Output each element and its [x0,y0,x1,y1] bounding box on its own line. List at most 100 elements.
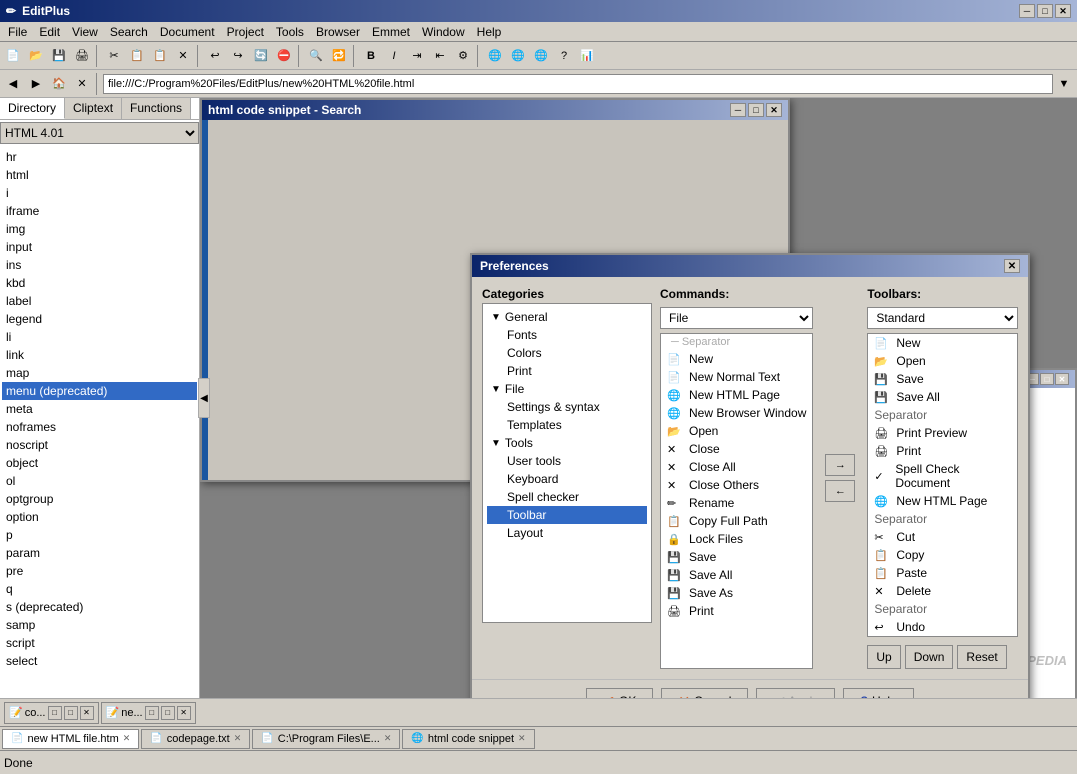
menu-window[interactable]: Window [416,23,471,41]
category-item[interactable]: Layout [487,524,647,542]
sidebar-item[interactable]: script [2,634,197,652]
command-item[interactable]: 📄New [661,350,812,368]
down-button[interactable]: Down [905,645,954,669]
sidebar-collapse-button[interactable]: ◀ [198,378,210,418]
tb-redo[interactable]: ↪ [227,45,249,67]
add-to-toolbar-button[interactable]: → [825,454,855,476]
tb-copy[interactable]: 📋 [126,45,148,67]
toolbar-list-item[interactable]: 📋Copy [868,546,1017,564]
toolbar-list-item[interactable]: ✂Cut [868,528,1017,546]
toolbar-list-item[interactable]: ✓Spell Check Document [868,460,1017,492]
command-item[interactable]: 🌐New Browser Window [661,404,812,422]
commands-dropdown[interactable]: File [660,307,813,329]
sidebar-item[interactable]: q [2,580,197,598]
bg-win-close[interactable]: ✕ [1055,373,1069,385]
tb-paste[interactable]: 📋 [149,45,171,67]
search-close[interactable]: ✕ [766,103,782,117]
command-item[interactable]: 🔒Lock Files [661,530,812,548]
category-item[interactable]: Settings & syntax [487,398,647,416]
help-button[interactable]: ? Help [843,688,913,698]
toolbar-list-item[interactable]: 💾Save [868,370,1017,388]
category-item[interactable]: ▼ Tools [487,434,647,452]
command-item[interactable]: ✕Close [661,440,812,458]
menu-emmet[interactable]: Emmet [366,23,416,41]
sidebar-item[interactable]: p [2,526,197,544]
category-item[interactable]: Spell checker [487,488,647,506]
sidebar-item[interactable]: object [2,454,197,472]
tb-undo[interactable]: ↩ [204,45,226,67]
tb-italic[interactable]: I [383,45,405,67]
menu-tools[interactable]: Tools [270,23,310,41]
tb-bold[interactable]: B [360,45,382,67]
tb-home[interactable]: 🏠 [48,73,70,95]
tb-cut[interactable]: ✂ [103,45,125,67]
sidebar-item[interactable]: pre [2,562,197,580]
sidebar-item[interactable]: ol [2,472,197,490]
toolbar-list-item[interactable]: 🌐New HTML Page [868,492,1017,510]
menu-search[interactable]: Search [104,23,154,41]
sidebar-tab-cliptext[interactable]: Cliptext [65,98,122,119]
address-dropdown-btn[interactable]: ▼ [1053,73,1075,95]
toolbar-list-item[interactable]: Separator [868,510,1017,528]
tb-settings[interactable]: ⚙ [452,45,474,67]
command-item[interactable]: 🌐New HTML Page [661,386,812,404]
category-item[interactable]: Fonts [487,326,647,344]
command-item[interactable]: 💾Save As [661,584,812,602]
sidebar-item[interactable]: label [2,292,197,310]
tab-expand-button[interactable]: □ [64,706,78,720]
command-item[interactable]: 🖨Print [661,602,812,620]
maximize-button[interactable]: □ [1037,4,1053,18]
menu-browser[interactable]: Browser [310,23,366,41]
reset-button[interactable]: Reset [957,645,1006,669]
search-minimize[interactable]: ─ [730,103,746,117]
cancel-button[interactable]: ✕ Cancel [661,688,748,698]
menu-project[interactable]: Project [221,23,270,41]
address-input[interactable] [103,74,1053,94]
tb-extra[interactable]: 📊 [576,45,598,67]
apply-button[interactable]: ◀ Apply [756,688,835,698]
tb-indent[interactable]: ⇥ [406,45,428,67]
command-item[interactable]: 📄New Normal Text [661,368,812,386]
sidebar-item[interactable]: optgroup [2,490,197,508]
toolbar-list-item[interactable]: 📂Open [868,352,1017,370]
menu-view[interactable]: View [66,23,104,41]
tab-close-button[interactable]: ✕ [177,706,191,720]
toolbar-list-item[interactable]: 📄New [868,334,1017,352]
sidebar-dropdown[interactable]: HTML 4.01 [0,122,199,144]
category-item[interactable]: Print [487,362,647,380]
up-button[interactable]: Up [867,645,900,669]
tb-clear[interactable]: ✕ [71,73,93,95]
tab-close-button[interactable]: ✕ [80,706,94,720]
command-item[interactable]: ✕Close Others [661,476,812,494]
minimize-button[interactable]: ─ [1019,4,1035,18]
sidebar-item[interactable]: s (deprecated) [2,598,197,616]
command-item[interactable]: 💾Save All [661,566,812,584]
sidebar-item[interactable]: link [2,346,197,364]
sidebar-item[interactable]: noscript [2,436,197,454]
tab-shrink-button[interactable]: □ [145,706,159,720]
toolbar-list-item[interactable]: Separator [868,600,1017,618]
toolbar-list-item[interactable]: 🖨Print Preview [868,424,1017,442]
tb-print[interactable]: 🖨 [71,45,93,67]
command-item[interactable]: 📋Copy Full Path [661,512,812,530]
tab-expand-button[interactable]: □ [161,706,175,720]
tb-browser1[interactable]: 🌐 [507,45,529,67]
remove-from-toolbar-button[interactable]: ← [825,480,855,502]
menu-help[interactable]: Help [471,23,508,41]
tab-shrink-button[interactable]: □ [48,706,62,720]
toolbar-list-item[interactable]: 🖨Print [868,442,1017,460]
tb-help[interactable]: ? [553,45,575,67]
toolbars-dropdown[interactable]: Standard [867,307,1018,329]
sidebar-item[interactable]: samp [2,616,197,634]
tb-new[interactable]: 📄 [2,45,24,67]
sidebar-item[interactable]: select [2,652,197,670]
menu-document[interactable]: Document [154,23,221,41]
tb-open[interactable]: 📂 [25,45,47,67]
toolbar-list-item[interactable]: Separator [868,406,1017,424]
command-item[interactable]: 📂Open [661,422,812,440]
sidebar-item[interactable]: input [2,238,197,256]
sidebar-item[interactable]: i [2,184,197,202]
tb-refresh[interactable]: 🔄 [250,45,272,67]
command-item[interactable]: ✕Close All [661,458,812,476]
sidebar-item[interactable]: legend [2,310,197,328]
